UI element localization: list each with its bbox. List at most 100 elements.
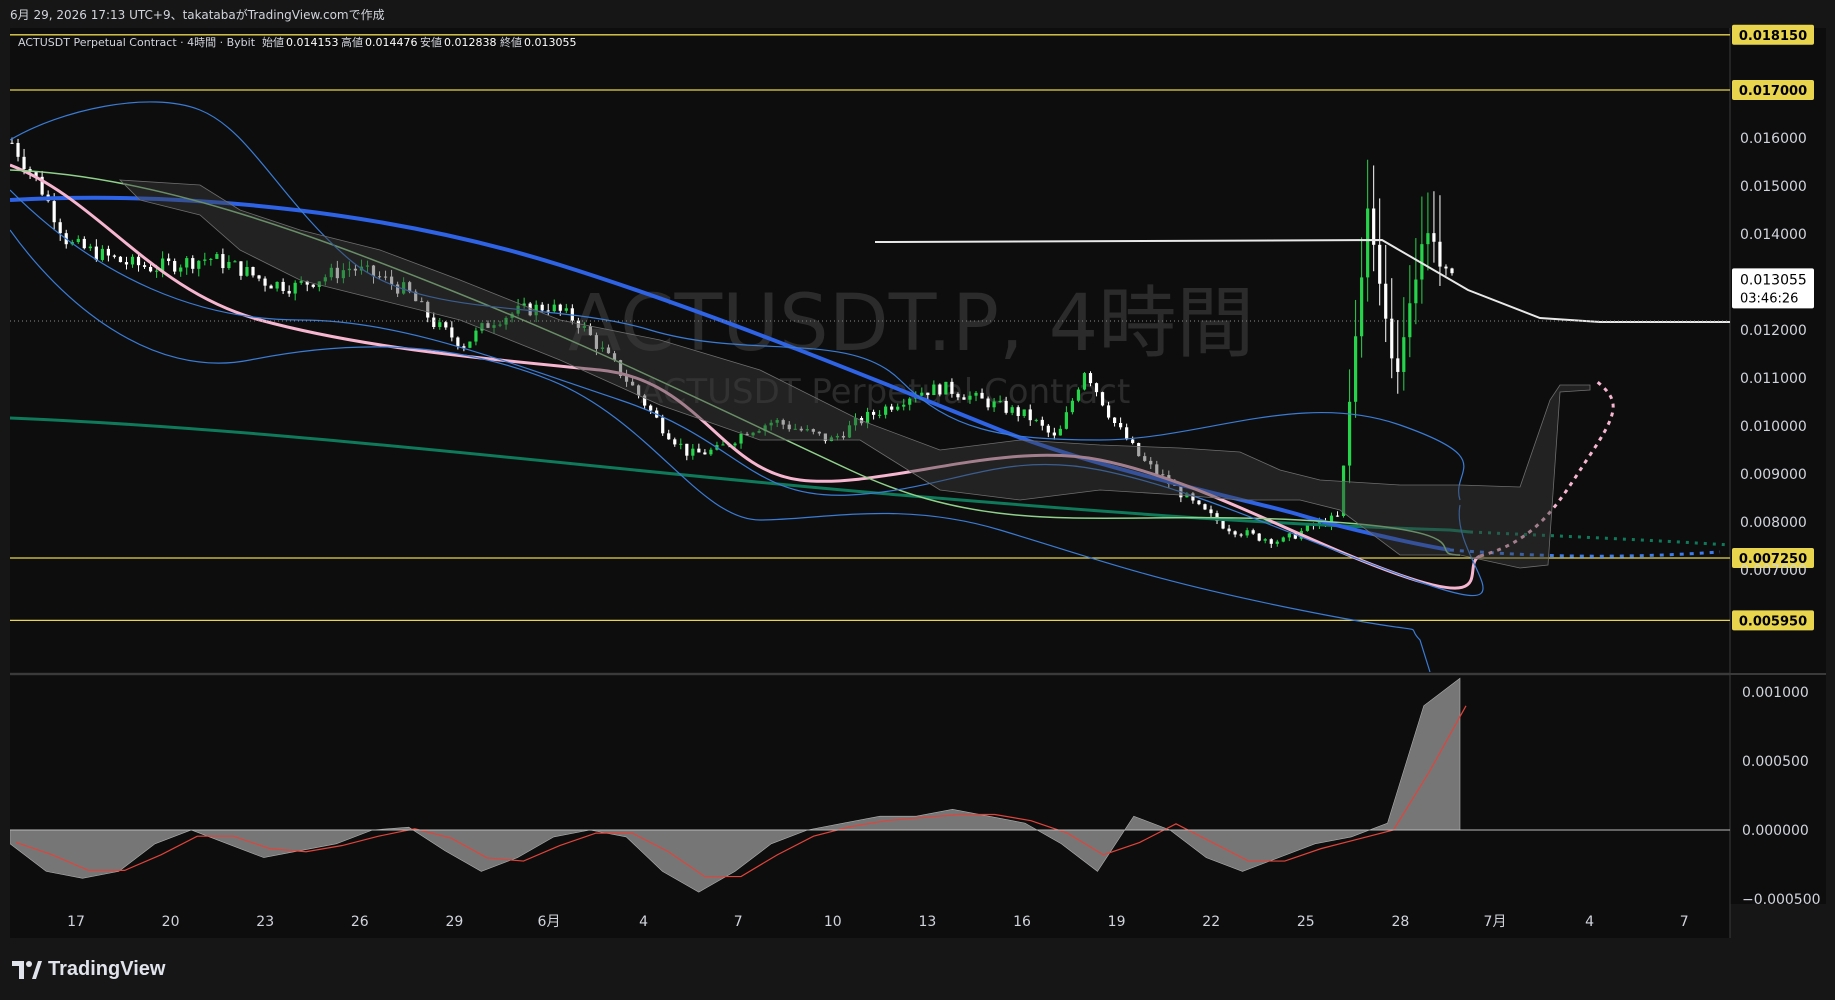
candle-body <box>1408 303 1412 338</box>
candle-body <box>709 449 713 455</box>
candle-body <box>269 285 273 289</box>
candle-body <box>1010 407 1014 413</box>
candle-body <box>456 337 460 347</box>
price-axis[interactable] <box>1730 28 1826 904</box>
candle-body <box>697 448 701 453</box>
oscillator-pane[interactable] <box>10 676 1730 904</box>
legend-open: 0.014153 <box>286 36 339 49</box>
candle-body <box>1203 504 1207 510</box>
candle-body <box>1251 530 1255 534</box>
candle-body <box>148 266 153 272</box>
time-tick-label: 29 <box>445 914 463 930</box>
candle-body <box>173 261 177 272</box>
candle-body <box>124 262 129 265</box>
time-tick-label: 22 <box>1202 914 1220 930</box>
candle-body <box>82 238 86 249</box>
candle-body <box>438 322 442 327</box>
candle-body <box>281 281 285 291</box>
time-tick-label: 26 <box>351 914 369 930</box>
candle-body <box>1070 400 1075 413</box>
time-tick-label: 7 <box>1680 914 1689 930</box>
candle-body <box>263 278 267 286</box>
candle-body <box>1004 400 1008 413</box>
candle-body <box>998 400 1002 402</box>
time-tick-label: 19 <box>1108 914 1126 930</box>
candle-body <box>58 222 62 234</box>
legend-low: 0.012838 <box>444 36 497 49</box>
candle-body <box>130 256 135 265</box>
candle-body <box>962 397 966 400</box>
legend-open-label: 始値 <box>262 35 284 49</box>
candle-body <box>1402 337 1406 372</box>
candle-body <box>1112 417 1117 424</box>
candle-body <box>865 411 870 424</box>
candle-body <box>257 275 261 279</box>
candle-body <box>275 281 279 289</box>
osc-tick-label: 0.001000 <box>1742 685 1809 701</box>
candle-body <box>1221 520 1225 529</box>
price-tick-label: 0.014000 <box>1740 227 1807 243</box>
candle-body <box>944 381 948 395</box>
candle-body <box>251 266 255 276</box>
candle-body <box>540 304 544 311</box>
candle-body <box>667 433 671 440</box>
candle-body <box>239 261 243 276</box>
candle-body <box>968 395 972 400</box>
level-label: 0.005950 <box>1739 614 1807 629</box>
candle-body <box>1022 409 1026 416</box>
candle-body <box>1432 233 1436 242</box>
price-tick-label: 0.019000 <box>1740 0 1807 3</box>
chart-canvas[interactable]: ACTUSDT.P, 4時間 ACTUSDT Perpetual Contrac… <box>0 0 1835 1000</box>
time-tick-label: 13 <box>918 914 936 930</box>
price-tick-label: 0.015000 <box>1740 179 1807 195</box>
candle-body <box>245 266 249 276</box>
legend-low-label: 安値 <box>420 35 442 49</box>
candle-body <box>1040 419 1044 426</box>
time-tick-label: 4 <box>639 914 648 930</box>
candle-body <box>1227 528 1231 532</box>
candle-body <box>974 392 978 396</box>
candle-body <box>1094 383 1099 393</box>
candle-body <box>1197 500 1201 505</box>
candle-body <box>564 308 568 311</box>
candle-body <box>474 330 478 342</box>
legend-high-label: 高値 <box>341 35 363 49</box>
candle-body <box>871 411 876 415</box>
candle-body <box>52 201 56 223</box>
candle-body <box>94 246 98 260</box>
candle-body <box>1046 425 1050 433</box>
candle-body <box>1028 409 1032 421</box>
candle-body <box>10 142 14 144</box>
price-tick-label: 0.007000 <box>1740 563 1807 579</box>
candle-body <box>1257 533 1261 541</box>
candle-body <box>227 261 231 269</box>
candle-body <box>1119 423 1123 428</box>
price-tick-label: 0.011000 <box>1740 371 1807 387</box>
candle-body <box>673 439 677 445</box>
candle-body <box>1263 539 1267 541</box>
candle-body <box>552 304 556 312</box>
candle-body <box>685 443 689 456</box>
candle-body <box>203 259 207 261</box>
candle-body <box>1438 241 1442 267</box>
price-tick-label: 0.009000 <box>1740 467 1807 483</box>
candle-body <box>22 156 26 170</box>
candle-body <box>932 384 936 396</box>
candle-body <box>721 444 725 446</box>
candle-body <box>938 384 942 395</box>
candle-body <box>1245 530 1249 536</box>
candle-body <box>215 254 219 259</box>
price-tick-label: 0.008000 <box>1740 515 1807 531</box>
osc-tick-label: 0.000500 <box>1742 754 1809 770</box>
brand-logo[interactable]: TradingView <box>12 958 165 981</box>
candle-body <box>100 248 104 260</box>
candle-body <box>691 448 695 456</box>
current-price-label: 0.013055 <box>1740 272 1807 288</box>
candle-body <box>197 260 201 269</box>
candle-body <box>1347 401 1352 466</box>
candle-body <box>1233 531 1237 535</box>
candle-body <box>450 327 454 338</box>
candle-body <box>1335 515 1340 517</box>
candle-body <box>1125 427 1129 440</box>
candle-body <box>293 282 297 294</box>
